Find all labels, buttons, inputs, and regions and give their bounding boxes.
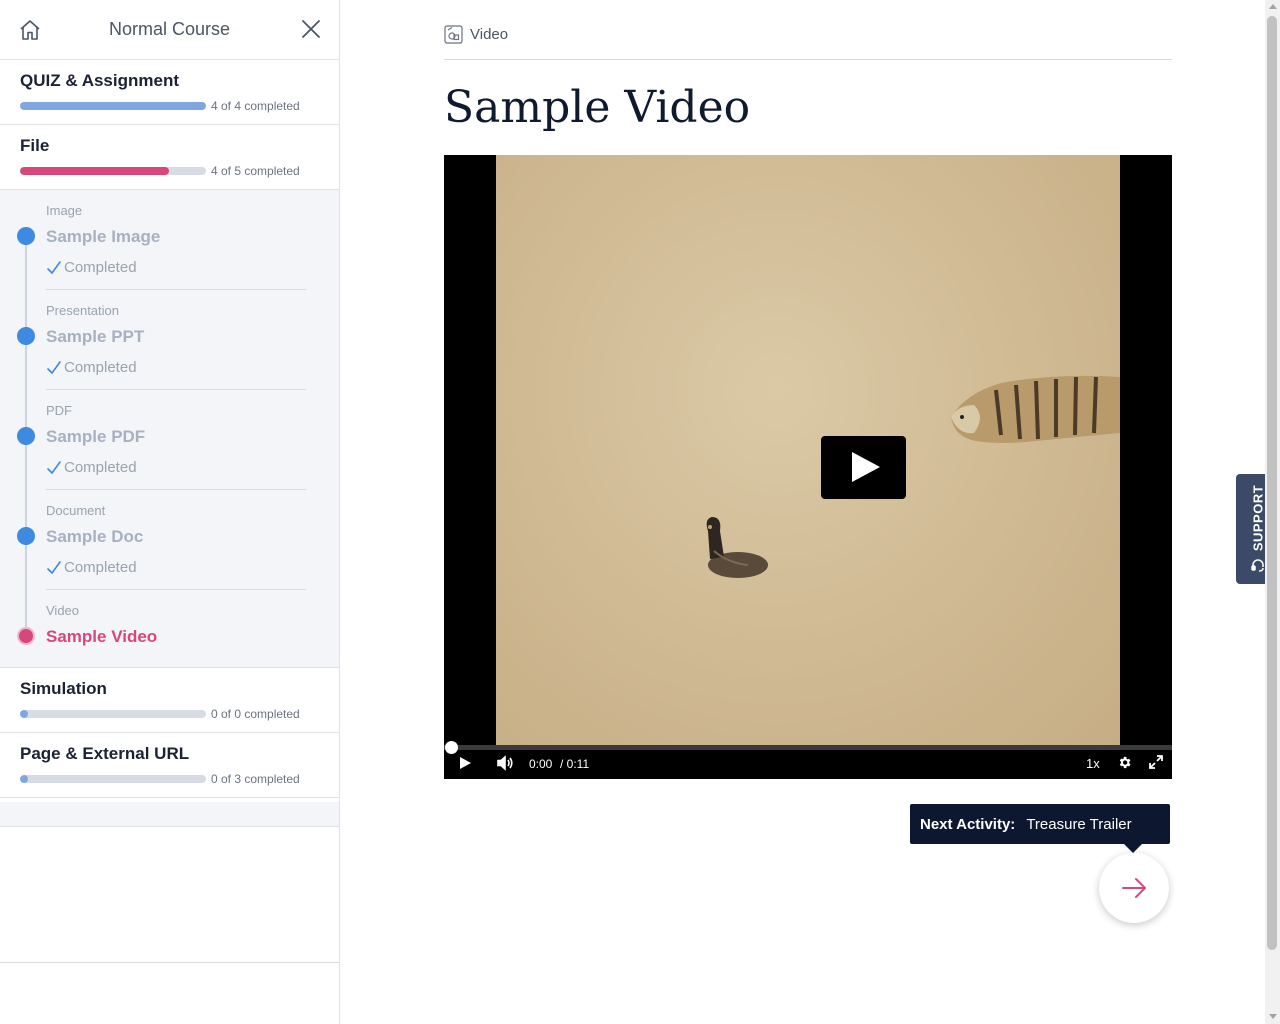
activity-status: Completed xyxy=(46,359,137,376)
activity-status-label: Completed xyxy=(64,359,137,376)
scroll-up-arrow-icon[interactable] xyxy=(1269,4,1277,9)
activity-name: Sample PPT xyxy=(46,327,145,346)
play-overlay-button[interactable] xyxy=(821,436,906,499)
check-icon xyxy=(47,460,61,474)
activity-status-dot xyxy=(17,527,35,545)
activity-type: Image xyxy=(46,203,83,218)
close-sidebar-button[interactable] xyxy=(299,17,323,41)
activity-name: Sample Doc xyxy=(46,527,144,546)
sidebar-spacer xyxy=(0,802,339,827)
check-icon xyxy=(47,560,61,574)
activity-type: PDF xyxy=(46,403,72,418)
section-simulation[interactable]: Simulation 0 of 0 completed xyxy=(0,668,339,733)
section-quiz-assignment[interactable]: QUIZ & Assignment 4 of 4 completed xyxy=(0,60,339,125)
section-page-external-url[interactable]: Page & External URL 0 of 3 completed xyxy=(0,733,339,798)
next-activity-tooltip: Next Activity: Treasure Trailer xyxy=(910,804,1170,853)
section-progress-fill xyxy=(20,775,28,783)
tiger-figure xyxy=(951,375,1120,443)
video-frame[interactable] xyxy=(496,155,1120,745)
next-activity-name: Treasure Trailer xyxy=(1026,815,1132,833)
section-progress-fill xyxy=(20,102,206,110)
video-frame-image xyxy=(706,375,1120,578)
activity-type: Presentation xyxy=(46,303,119,318)
settings-icon[interactable] xyxy=(1117,755,1132,770)
section-progress-text: 0 of 3 completed xyxy=(211,772,300,786)
headset-icon xyxy=(1251,559,1264,572)
home-icon xyxy=(20,20,40,40)
page-title: Sample Video xyxy=(444,82,751,133)
next-activity-button[interactable] xyxy=(1099,853,1169,923)
support-label: SUPPORT xyxy=(1250,484,1266,552)
current-time: 0:00 xyxy=(529,757,553,771)
section-progress-fill xyxy=(20,167,169,175)
total-time: / 0:11 xyxy=(560,757,590,771)
close-icon xyxy=(302,20,320,38)
home-button[interactable] xyxy=(18,18,42,42)
section-progress-text: 4 of 4 completed xyxy=(211,99,300,113)
course-title: Normal Course xyxy=(108,19,231,39)
section-progress-bar xyxy=(20,102,206,110)
activity-status-label: Completed xyxy=(64,459,137,476)
section-progress-bar xyxy=(20,710,206,718)
divider xyxy=(0,962,339,963)
section-progress-text: 0 of 0 completed xyxy=(211,707,300,721)
video-player[interactable]: 0:00 / 0:11 1x xyxy=(444,155,1172,779)
check-icon xyxy=(47,360,61,374)
activity-name: Sample PDF xyxy=(46,427,146,446)
play-button[interactable] xyxy=(458,756,472,770)
activity-status-dot xyxy=(17,427,35,445)
section-title: Page & External URL xyxy=(20,744,190,763)
activity-type: Video xyxy=(46,603,80,618)
playback-speed-button[interactable]: 1x xyxy=(1086,756,1100,771)
section-title: QUIZ & Assignment xyxy=(20,71,179,90)
video-controls: 0:00 / 0:11 1x xyxy=(444,741,1172,779)
activity-status: Completed xyxy=(46,459,137,476)
section-progress-fill xyxy=(20,710,28,718)
fullscreen-icon[interactable] xyxy=(1149,755,1163,769)
bird-figure xyxy=(706,517,768,578)
video-type-icon xyxy=(444,25,463,44)
activity-status-dot xyxy=(17,327,35,345)
breadcrumb-label: Video xyxy=(470,26,509,43)
activity-name: Sample Image xyxy=(46,227,161,246)
arrow-right-icon xyxy=(1122,878,1146,898)
activity-sample-ppt[interactable]: Presentation Sample PPT Completed xyxy=(0,290,339,390)
activity-status: Completed xyxy=(46,259,137,276)
activity-sample-doc[interactable]: Document Sample Doc Completed xyxy=(0,490,339,590)
play-icon xyxy=(852,452,880,482)
activity-status-label: Completed xyxy=(64,559,137,576)
activity-current-dot xyxy=(17,627,35,645)
check-icon xyxy=(47,260,61,274)
section-progress-text: 4 of 5 completed xyxy=(211,164,300,178)
scrollbar-thumb[interactable] xyxy=(1267,16,1277,950)
activity-sample-pdf[interactable]: PDF Sample PDF Completed xyxy=(0,390,339,490)
breadcrumb: Video xyxy=(444,25,508,44)
section-file[interactable]: File 4 of 5 completed xyxy=(0,125,339,190)
volume-icon[interactable] xyxy=(496,755,514,771)
divider xyxy=(444,59,1172,60)
section-title: Simulation xyxy=(20,679,107,698)
activity-type: Document xyxy=(46,503,106,518)
activity-status-dot xyxy=(17,227,35,245)
section-progress-bar xyxy=(20,775,206,783)
section-title: File xyxy=(20,136,50,155)
next-activity-label: Next Activity: xyxy=(920,815,1016,833)
activity-name: Sample Video xyxy=(46,627,158,646)
file-activity-list: Image Sample Image Completed Presentatio… xyxy=(0,190,339,668)
activity-status-label: Completed xyxy=(64,259,137,276)
section-progress-bar xyxy=(20,167,206,175)
seek-bar[interactable] xyxy=(444,741,1172,754)
sidebar-header: Normal Course xyxy=(0,0,339,60)
activity-sample-image[interactable]: Image Sample Image Completed xyxy=(0,190,339,290)
seek-handle[interactable] xyxy=(445,741,458,754)
activity-status: Completed xyxy=(46,559,137,576)
course-sidebar: Normal Course QUIZ & Assignment 4 of 4 c… xyxy=(0,0,340,1024)
scroll-down-arrow-icon[interactable] xyxy=(1269,1014,1277,1019)
